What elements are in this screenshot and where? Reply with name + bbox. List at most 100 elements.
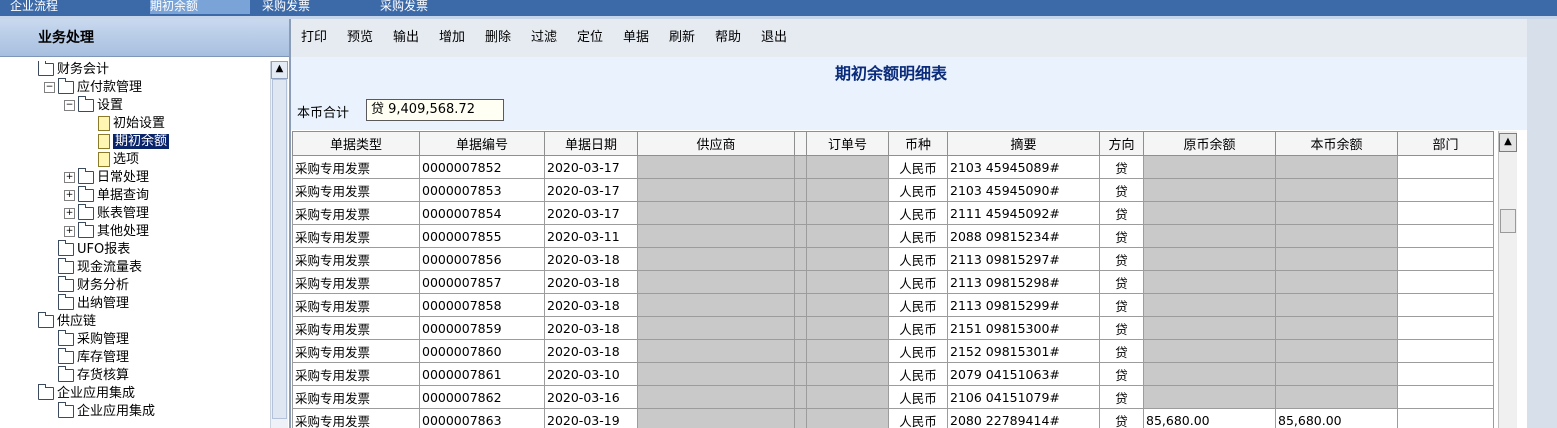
toolbar-button[interactable]: 过滤 [531,19,557,57]
column-header[interactable]: 方向 [1099,131,1144,156]
column-header[interactable]: 摘要 [947,131,1100,156]
toolbar-button[interactable]: 预览 [347,19,373,57]
top-tab-2[interactable]: 采购发票 [262,0,362,14]
tree-scrollbar[interactable]: ▲ [270,61,288,428]
toolbar-button[interactable]: 增加 [439,19,465,57]
table-row[interactable]: 采购专用发票 0000007854 2020-03-17 人民币 2111 459450… [292,201,1494,225]
table-cell [806,247,889,271]
tree-node-label: 设置 [97,98,124,113]
tree-node[interactable]: 出纳管理 [58,294,129,313]
tree-scroll-thumb[interactable] [272,79,287,419]
toolbar-button[interactable]: 输出 [393,19,419,57]
tree-node[interactable]: 存货核算 [58,366,129,385]
tree-node[interactable]: 选项 [98,151,139,169]
table-cell [1397,316,1494,340]
toolbar-button[interactable]: 刷新 [669,19,695,57]
table-row[interactable]: 采购专用发票 0000007857 2020-03-18 人民币 2113 098152… [292,270,1494,294]
tree-node[interactable]: 库存管理 [58,348,130,367]
table-row[interactable]: 采购专用发票 0000007853 2020-03-17 人民币 2103 459450… [292,178,1494,202]
tree-node[interactable]: 财务分析 [58,276,129,295]
table-cell: 0000007859 [419,316,545,340]
table-cell: 贷 [1099,178,1144,202]
tree-node[interactable]: UFO报表 [58,240,130,259]
grid-scrollbar[interactable]: ▲ [1498,131,1517,428]
tree-node[interactable]: 企业应用集成 [38,384,135,403]
table-row[interactable]: 采购专用发票 0000007855 2020-03-11 人民币 2088 098152… [292,224,1494,248]
folder-icon [58,402,74,418]
table-cell [1397,408,1494,428]
column-header[interactable]: 单据编号 [419,131,545,156]
table-cell: 0000007862 [419,385,545,409]
tree-node[interactable]: − 设置 [64,96,124,115]
tree-node[interactable]: − 应付款管理 [44,78,142,97]
top-tab-3[interactable]: 采购发票 [380,0,480,14]
top-tab-0[interactable]: 企业流程 [10,0,110,14]
tree-node[interactable]: + 单据查询 [64,186,149,205]
table-cell: 2088 09815234# [947,224,1100,248]
table-row[interactable]: 采购专用发票 0000007856 2020-03-18 人民币 2113 098152… [292,247,1494,271]
column-header[interactable]: 单据类型 [292,131,420,156]
table-cell [1143,178,1276,202]
table-cell: 贷 [1099,247,1144,271]
scroll-up-icon[interactable]: ▲ [1499,133,1517,152]
table-cell [1143,362,1276,386]
tree-node-label: 日常处理 [97,170,150,185]
tree-node[interactable]: 企业应用集成 [58,402,155,421]
tree-node-label: 账表管理 [97,206,150,221]
toolbar-button[interactable]: 删除 [485,19,511,57]
table-row[interactable]: 采购专用发票 0000007852 2020-03-17 人民币 2103 459450… [292,155,1494,179]
table-cell: 2113 09815298# [947,270,1100,294]
column-header[interactable]: 原币余额 [1143,131,1276,156]
table-cell: 采购专用发票 [292,224,420,248]
table-cell [1275,362,1398,386]
collapse-icon[interactable]: − [64,100,75,111]
table-cell [1275,293,1398,317]
folder-icon [58,294,74,310]
table-row[interactable]: 采购专用发票 0000007858 2020-03-18 人民币 2113 098152… [292,293,1494,317]
tree-node[interactable]: + 其他处理 [64,222,149,241]
toolbar-button[interactable]: 定位 [577,19,603,57]
tree-node[interactable]: + 日常处理 [64,168,150,187]
table-row[interactable]: 采购专用发票 0000007862 2020-03-16 人民币 2106 041510… [292,385,1494,409]
toolbar-button[interactable]: 帮助 [715,19,741,57]
table-cell: 0000007854 [419,201,545,225]
column-header[interactable]: 单据日期 [544,131,638,156]
table-row[interactable]: 采购专用发票 0000007861 2020-03-10 人民币 2079 041510… [292,362,1494,386]
scroll-up-icon[interactable]: ▲ [271,61,288,79]
top-tab-1[interactable]: 期初余额 [150,0,250,14]
tree-node[interactable]: + 账表管理 [64,204,150,223]
tree-node[interactable]: 采购管理 [58,330,129,349]
expand-icon[interactable]: + [64,190,75,201]
tree-node[interactable]: 财务会计 [38,61,109,79]
table-cell [637,270,795,294]
column-header[interactable] [794,131,807,156]
expand-icon[interactable]: + [64,172,75,183]
table-cell [794,385,807,409]
table-row[interactable]: 采购专用发票 0000007859 2020-03-18 人民币 2151 098153… [292,316,1494,340]
collapse-icon[interactable]: − [44,82,55,93]
column-header[interactable]: 供应商 [637,131,795,156]
toolbar-button[interactable]: 退出 [761,19,787,57]
expand-icon[interactable]: + [64,226,75,237]
table-cell [794,316,807,340]
toolbar-button[interactable]: 单据 [623,19,649,57]
toolbar-button[interactable]: 打印 [301,19,327,57]
tree-node[interactable]: 初始设置 [98,115,165,133]
table-row[interactable]: 采购专用发票 0000007863 2020-03-19 人民币 2080 227894… [292,408,1494,428]
grid-scroll-thumb[interactable] [1500,209,1516,233]
table-cell: 2020-03-17 [544,155,638,179]
tree-node-label: 库存管理 [77,350,130,365]
table-cell [637,178,795,202]
report-header: 期初余额明细表 本币合计 贷 9,409,568.72 [291,57,1527,130]
column-header[interactable]: 币种 [888,131,948,156]
tree-node[interactable]: 供应链 [38,312,96,331]
tree-node[interactable]: 现金流量表 [58,258,142,277]
tree-node[interactable]: 期初余额 [98,133,170,151]
table-cell [1143,247,1276,271]
column-header[interactable]: 订单号 [806,131,889,156]
expand-icon[interactable]: + [64,208,75,219]
table-row[interactable]: 采购专用发票 0000007860 2020-03-18 人民币 2152 098153… [292,339,1494,363]
column-header[interactable]: 部门 [1397,131,1494,156]
column-header[interactable]: 本币余额 [1275,131,1398,156]
table-cell: 2020-03-10 [544,362,638,386]
